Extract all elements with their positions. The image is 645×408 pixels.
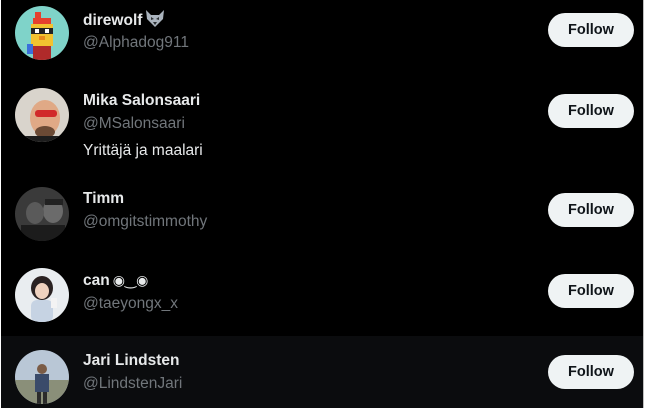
follow-button[interactable]: Follow [548, 193, 634, 227]
avatar[interactable] [15, 6, 69, 60]
photo-avatar-icon [15, 268, 69, 322]
follow-button[interactable]: Follow [548, 94, 634, 128]
user-row[interactable]: can ◉‿◉ @taeyongx_x Follow [1, 252, 643, 336]
display-name-text[interactable]: can [83, 272, 110, 290]
user-row[interactable]: Timm @omgitstimmothy Follow [1, 172, 643, 252]
avatar[interactable] [15, 88, 69, 142]
user-handle: @LindstenJari [83, 375, 183, 392]
display-name[interactable]: Timm [83, 190, 124, 208]
follow-button[interactable]: Follow [548, 274, 634, 308]
user-handle: @MSalonsaari [83, 115, 185, 132]
display-name-text[interactable]: direwolf [83, 12, 142, 30]
display-name[interactable]: Mika Salonsaari [83, 92, 200, 110]
avatar[interactable] [15, 350, 69, 404]
photo-avatar-icon [15, 350, 69, 404]
user-row[interactable]: Mika Salonsaari @MSalonsaari Yrittäjä ja… [1, 72, 643, 172]
user-bio: Yrittäjä ja maalari [83, 142, 203, 159]
follow-button[interactable]: Follow [548, 355, 634, 389]
avatar[interactable] [15, 187, 69, 241]
photo-avatar-icon [15, 187, 69, 241]
pixel-avatar-icon [15, 6, 69, 60]
user-handle: @Alphadog911 [83, 34, 189, 51]
who-to-follow-list: direwolf @Alphadog911 Follow Mika Salons… [1, 0, 644, 408]
user-row[interactable]: Jari Lindsten @LindstenJari Follow [1, 336, 643, 408]
display-name[interactable]: direwolf [83, 10, 165, 32]
avatar[interactable] [15, 268, 69, 322]
user-handle: @taeyongx_x [83, 295, 179, 312]
user-row[interactable]: direwolf @Alphadog911 Follow [1, 0, 643, 72]
display-name[interactable]: can ◉‿◉ [83, 272, 148, 290]
follow-button[interactable]: Follow [548, 13, 634, 47]
wolf-emoji-icon [145, 10, 165, 32]
user-handle: @omgitstimmothy [83, 213, 208, 230]
name-emoticon: ◉‿◉ [112, 273, 149, 289]
photo-avatar-icon [15, 88, 69, 142]
display-name[interactable]: Jari Lindsten [83, 352, 179, 370]
